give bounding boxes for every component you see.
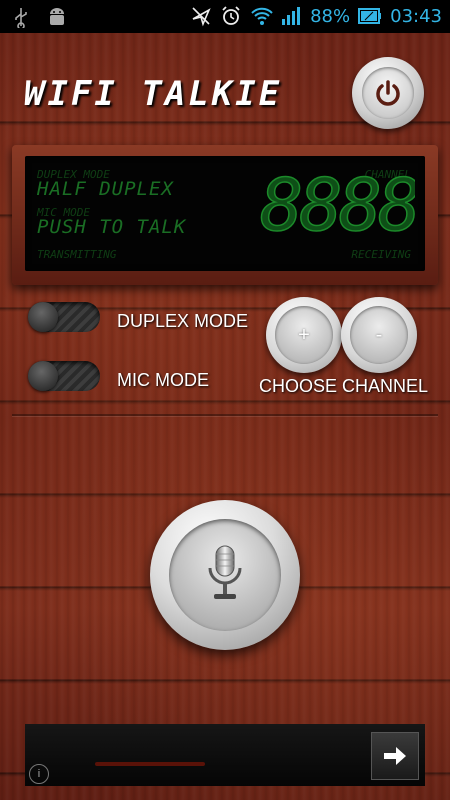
status-bar: 88% 03:43: [0, 0, 450, 33]
duplex-mode-label: DUPLEX MODE: [117, 311, 249, 331]
channel-digits: 8888: [260, 172, 415, 238]
ad-graphic: [95, 762, 205, 766]
ad-banner[interactable]: i: [25, 724, 425, 786]
android-debug-icon: [46, 6, 68, 28]
channel-down-label: -: [350, 306, 408, 364]
signal-icon: [280, 5, 302, 27]
arrow-right-icon[interactable]: [371, 732, 419, 780]
usb-icon: [10, 6, 32, 30]
transmitting-indicator: TRANSMITTING: [37, 248, 117, 261]
power-button[interactable]: [352, 57, 424, 129]
duplex-toggle-knob[interactable]: [28, 302, 58, 332]
choose-channel-label: CHOOSE CHANNEL: [259, 376, 429, 396]
battery-percent: 88%: [310, 5, 351, 27]
lcd-display: DUPLEX MODE HALF DUPLEX MIC MODE PUSH TO…: [25, 156, 425, 271]
microphone-icon: [169, 519, 281, 631]
battery-icon: [358, 5, 382, 27]
mic-mode-toggle[interactable]: [28, 361, 100, 391]
location-off-icon: [190, 5, 212, 27]
app-title: WIFI TALKIE: [24, 74, 283, 114]
receiving-indicator: RECEIVING: [351, 248, 411, 261]
push-to-talk-button[interactable]: [150, 500, 300, 650]
duplex-mode-value: HALF DUPLEX: [37, 178, 174, 200]
wifi-icon: [250, 5, 273, 27]
info-icon[interactable]: i: [29, 764, 49, 784]
channel-up-button[interactable]: +: [266, 297, 342, 373]
divider: [12, 414, 438, 416]
mic-toggle-knob[interactable]: [28, 361, 58, 391]
mic-mode-label: MIC MODE: [117, 370, 209, 390]
alarm-icon: [220, 5, 242, 27]
power-icon: [362, 67, 414, 119]
channel-up-label: +: [275, 306, 333, 364]
clock: 03:43: [390, 5, 442, 27]
mic-mode-value: PUSH TO TALK: [37, 216, 187, 238]
channel-down-button[interactable]: -: [341, 297, 417, 373]
channel-digits-text: 8888: [260, 172, 415, 238]
duplex-mode-toggle[interactable]: [28, 302, 100, 332]
